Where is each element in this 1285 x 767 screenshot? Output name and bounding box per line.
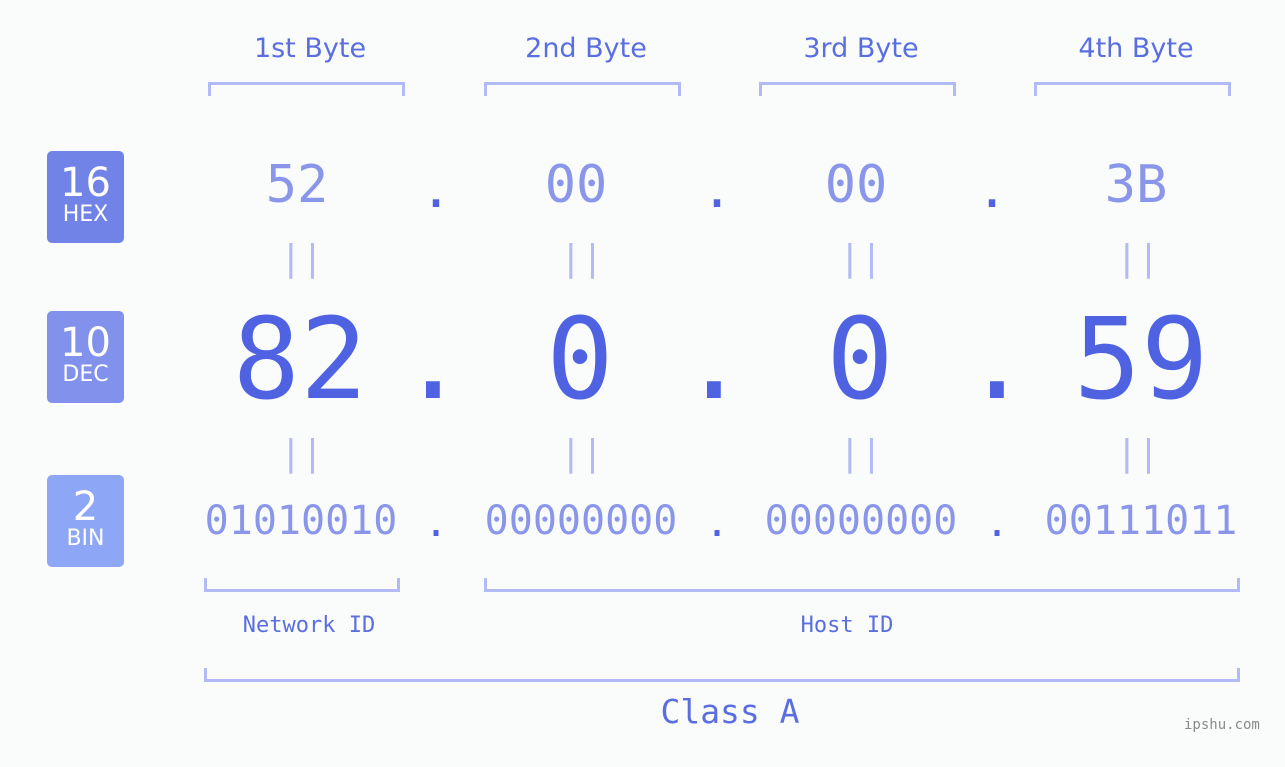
host-id-label: Host ID — [800, 613, 894, 638]
equals-dec-bin-2: || — [560, 433, 604, 474]
byte-4-bracket — [1034, 82, 1231, 96]
network-id-bracket — [204, 578, 400, 592]
hex-badge-number: 16 — [60, 160, 111, 206]
class-label: Class A — [660, 692, 800, 731]
equals-hex-dec-1: || — [280, 238, 324, 279]
dec-byte-2: 0 — [546, 295, 614, 425]
dec-byte-4: 59 — [1073, 295, 1209, 425]
class-bracket — [204, 668, 1240, 682]
hex-byte-3: 00 — [824, 155, 888, 215]
equals-dec-bin-4: || — [1116, 433, 1160, 474]
bin-byte-2: 00000000 — [484, 498, 678, 544]
dec-badge: 10 DEC — [47, 311, 124, 403]
network-id-label: Network ID — [242, 613, 376, 638]
bin-dot-2: . — [704, 500, 730, 546]
byte-2-header: 2nd Byte — [525, 33, 647, 64]
bin-byte-4: 00111011 — [1044, 498, 1238, 544]
equals-hex-dec-2: || — [560, 238, 604, 279]
byte-2-bracket — [484, 82, 681, 96]
dec-dot-2: . — [680, 295, 748, 425]
byte-3-bracket — [759, 82, 956, 96]
hex-byte-4: 3B — [1104, 155, 1168, 215]
dec-badge-number: 10 — [60, 320, 111, 366]
hex-byte-1: 52 — [265, 155, 329, 215]
bin-dot-1: . — [423, 500, 449, 546]
hex-dot-1: . — [420, 160, 452, 220]
hex-dot-2: . — [701, 160, 733, 220]
byte-3-header: 3rd Byte — [803, 33, 919, 64]
bin-badge: 2 BIN — [47, 475, 124, 567]
hex-byte-2: 00 — [544, 155, 608, 215]
byte-4-header: 4th Byte — [1078, 33, 1194, 64]
byte-1-bracket — [208, 82, 405, 96]
bin-badge-number: 2 — [72, 484, 99, 530]
equals-hex-dec-3: || — [839, 238, 883, 279]
host-id-bracket — [484, 578, 1240, 592]
bin-dot-3: . — [984, 500, 1010, 546]
bin-badge-label: BIN — [66, 526, 105, 551]
dec-byte-1: 82 — [232, 295, 368, 425]
equals-dec-bin-1: || — [280, 433, 324, 474]
dec-byte-3: 0 — [826, 295, 894, 425]
equals-dec-bin-3: || — [839, 433, 883, 474]
hex-badge: 16 HEX — [47, 151, 124, 243]
dec-badge-label: DEC — [62, 362, 109, 387]
bin-byte-1: 01010010 — [204, 498, 398, 544]
byte-1-header: 1st Byte — [253, 33, 367, 64]
watermark: ipshu.com — [1184, 717, 1260, 733]
dec-dot-1: . — [399, 295, 467, 425]
dec-dot-3: . — [963, 295, 1031, 425]
equals-hex-dec-4: || — [1116, 238, 1160, 279]
hex-dot-3: . — [976, 160, 1008, 220]
bin-byte-3: 00000000 — [764, 498, 958, 544]
hex-badge-label: HEX — [62, 202, 109, 227]
